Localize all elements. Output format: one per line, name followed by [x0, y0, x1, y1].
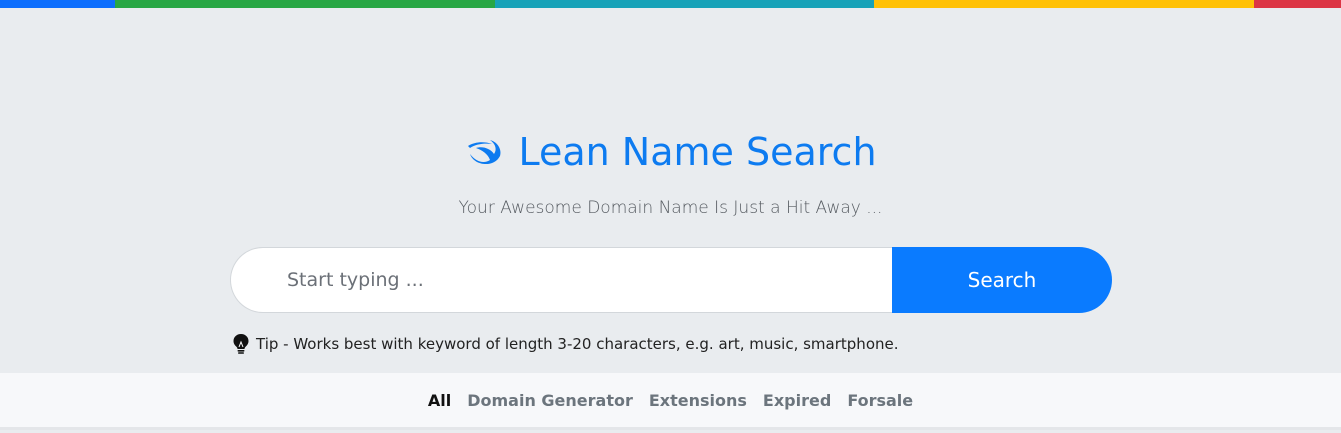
- tip-text: Tip - Works best with keyword of length …: [256, 335, 899, 353]
- nav-item-extensions[interactable]: Extensions: [649, 391, 747, 410]
- nav-item-all[interactable]: All: [428, 391, 451, 410]
- nav-item-forsale[interactable]: Forsale: [847, 391, 913, 410]
- nav-item-expired[interactable]: Expired: [763, 391, 831, 410]
- tagline: Your Awesome Domain Name Is Just a Hit A…: [458, 198, 883, 218]
- color-stripe-teal: [495, 0, 874, 8]
- color-stripe-blue: [0, 0, 115, 8]
- tip: Tip - Works best with keyword of length …: [232, 332, 899, 356]
- color-stripe-red: [1254, 0, 1341, 8]
- color-stripe-green: [115, 0, 495, 8]
- lightbulb-icon: [233, 334, 249, 354]
- search-button[interactable]: Search: [892, 247, 1112, 313]
- nav-item-domain-generator[interactable]: Domain Generator: [467, 391, 633, 410]
- brand-header: Lean Name Search: [0, 128, 1341, 176]
- search-input[interactable]: [230, 247, 892, 313]
- color-stripe-bar: [0, 0, 1341, 8]
- brand-title: Lean Name Search: [518, 130, 877, 174]
- swoosh-logo-icon: [468, 140, 501, 165]
- color-stripe-yellow: [874, 0, 1254, 8]
- category-nav: All Domain Generator Extensions Expired …: [0, 373, 1341, 430]
